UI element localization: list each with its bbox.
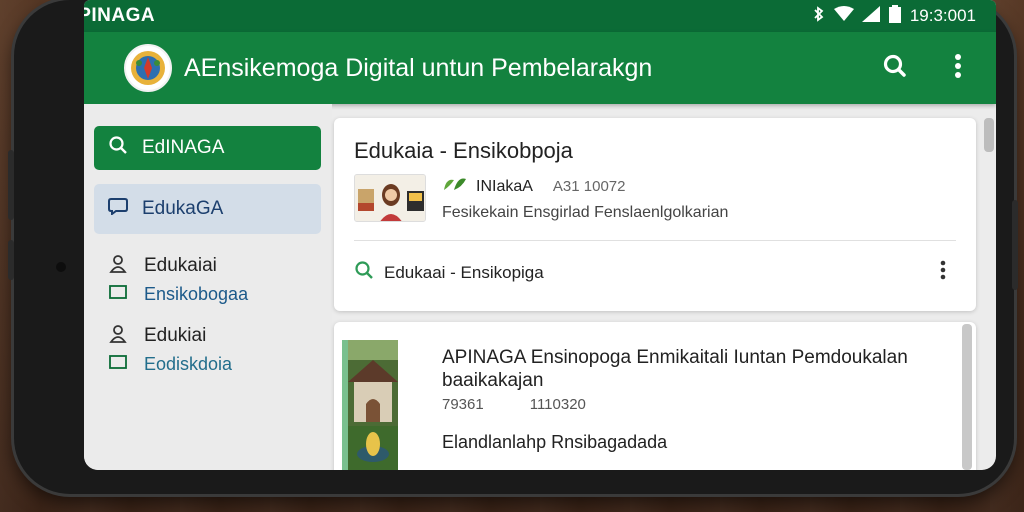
featured-card[interactable]: APINAGA Ensinopoga Enmikaitali Iuntan Pe… xyxy=(334,322,976,470)
app-bar: AEnsikemoga Digital untun Pembelarakgn xyxy=(84,32,996,104)
power-button xyxy=(1012,200,1018,290)
search-icon xyxy=(108,135,128,161)
divider xyxy=(354,240,956,241)
app-title: AEnsikemoga Digital untun Pembelarakgn xyxy=(184,53,653,82)
sidebar-item-label: EdukaGA xyxy=(142,198,224,219)
bluetooth-icon xyxy=(812,5,826,27)
more-vert-icon[interactable] xyxy=(940,260,946,285)
sidebar-item-edukaga[interactable]: EdukaGA xyxy=(94,184,321,234)
front-camera xyxy=(56,262,66,272)
more-vert-icon[interactable] xyxy=(954,53,962,84)
battery-icon xyxy=(888,4,902,28)
article-thumbnail xyxy=(354,174,426,222)
sidebar-item-label: Edukaiai xyxy=(144,255,217,276)
sidebar: EdINAGA EdukaGA Edukaiai Ensikobogaa Edu… xyxy=(84,104,332,470)
carrier-label: APINAGA xyxy=(84,5,156,26)
phone-frame: APINAGA 19:3:001 xyxy=(8,0,1018,494)
featured-number: 79361 xyxy=(442,396,484,413)
article-subtitle: Fesikekain Ensgirlad Fenslaenlgolkarian xyxy=(442,204,729,221)
person-icon xyxy=(108,254,128,279)
featured-image xyxy=(342,340,398,470)
volume-button xyxy=(8,150,14,220)
sidebar-item-edukiai[interactable]: Edukiai Eodiskdoia xyxy=(108,322,232,378)
sidebar-item-label: EdINAGA xyxy=(142,137,225,158)
search-icon xyxy=(354,260,374,285)
author-name: INIakaA xyxy=(476,177,533,195)
clock: 19:3:001 xyxy=(909,6,976,25)
sidebar-item-label: Edukiai xyxy=(144,325,207,346)
status-icons: 19:3:001 xyxy=(812,4,976,28)
scrollbar[interactable] xyxy=(962,324,972,470)
sidebar-item-edukaiai[interactable]: Edukaiai Ensikobogaa xyxy=(108,252,248,308)
book-icon xyxy=(108,283,128,306)
featured-subtitle: Elandlanlahp Rnsibagadada xyxy=(442,432,668,452)
featured-title: APINAGA Ensinopoga Enmikaitali Iuntan Pe… xyxy=(442,347,908,391)
status-bar: APINAGA 19:3:001 xyxy=(84,0,996,32)
related-search[interactable]: Edukaai - Ensikopiga xyxy=(354,260,544,285)
app-logo[interactable] xyxy=(124,44,172,92)
person-icon xyxy=(108,324,128,349)
book-icon xyxy=(108,353,128,376)
wifi-icon xyxy=(833,5,854,27)
screen: APINAGA 19:3:001 xyxy=(84,0,996,470)
related-search-text: Edukaai - Ensikopiga xyxy=(384,262,544,282)
article-card[interactable]: Edukaia - Ensikobpoja INIakaA A31 10072 … xyxy=(334,118,976,311)
signal-icon xyxy=(861,5,880,27)
sidebar-item-sublabel: Ensikobogaa xyxy=(144,283,249,304)
emblem-icon xyxy=(131,51,165,85)
leaf-icon xyxy=(442,176,468,197)
chat-icon xyxy=(108,197,128,221)
article-number: A31 10072 xyxy=(552,178,626,195)
sidebar-item-edinaga[interactable]: EdINAGA xyxy=(94,126,321,170)
sidebar-item-sublabel: Eodiskdoia xyxy=(144,353,233,374)
scrollbar[interactable] xyxy=(984,118,994,152)
article-title: Edukaia - Ensikobpoja xyxy=(354,138,573,163)
volume-button xyxy=(8,240,14,280)
search-icon[interactable] xyxy=(882,53,908,84)
featured-number: 1110320 xyxy=(529,396,586,413)
